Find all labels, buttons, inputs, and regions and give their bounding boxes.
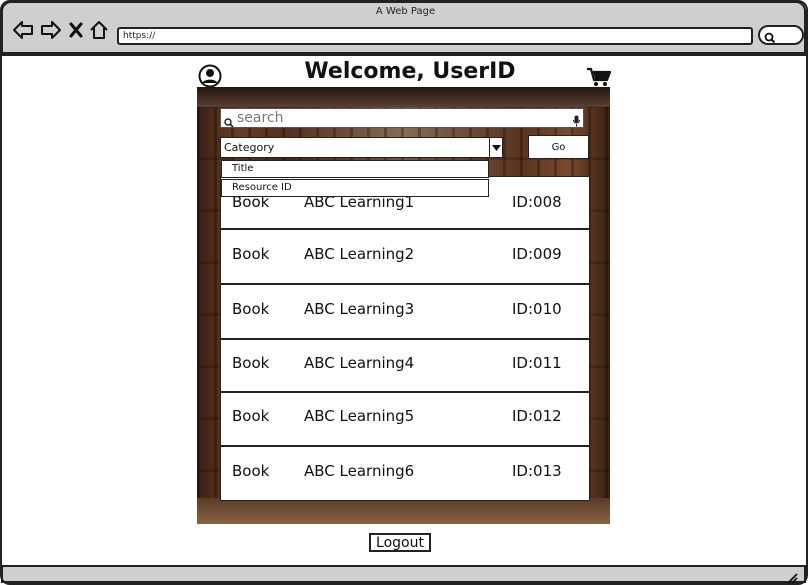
- result-type: Book: [232, 407, 270, 425]
- browser-toolbar: A Web Page https://: [1, 1, 806, 54]
- list-item[interactable]: Book ABC Learning3 ID:010: [220, 284, 590, 339]
- result-title: ABC Learning5: [304, 407, 415, 425]
- dropdown-arrow-icon[interactable]: [489, 138, 503, 157]
- result-id: ID:010: [512, 300, 562, 318]
- result-title: ABC Learning4: [304, 354, 415, 372]
- home-icon[interactable]: [89, 19, 109, 41]
- list-item[interactable]: Book ABC Learning4 ID:011: [220, 339, 590, 392]
- result-type: Book: [232, 300, 270, 318]
- logout-button[interactable]: Logout: [369, 533, 431, 552]
- toolbar-divider: [0, 54, 808, 56]
- result-id: ID:012: [512, 407, 562, 425]
- search-icon: [224, 113, 234, 132]
- result-title: ABC Learning2: [304, 245, 415, 263]
- browser-window: A Web Page https:// Welcome, UserID sear…: [0, 0, 808, 585]
- result-type: Book: [232, 462, 270, 480]
- search-input[interactable]: search: [220, 108, 584, 128]
- result-id: ID:009: [512, 245, 562, 263]
- status-bar: [1, 565, 806, 584]
- dropdown-option-title[interactable]: Title: [221, 160, 489, 178]
- list-item[interactable]: Book ABC Learning2 ID:009: [220, 229, 590, 284]
- result-title: ABC Learning3: [304, 300, 415, 318]
- close-icon[interactable]: [69, 19, 83, 41]
- forward-arrow-icon[interactable]: [40, 19, 62, 41]
- address-bar[interactable]: https://: [117, 27, 753, 45]
- page-title: Welcome, UserID: [304, 59, 516, 84]
- shopping-cart-icon[interactable]: [586, 66, 612, 88]
- category-select[interactable]: Category: [220, 137, 503, 158]
- window-title: A Web Page: [375, 6, 436, 17]
- search-icon: [764, 29, 776, 48]
- resize-grip-icon[interactable]: [786, 569, 798, 584]
- back-arrow-icon[interactable]: [12, 19, 34, 41]
- search-placeholder: search: [237, 110, 284, 126]
- category-dropdown-menu: Title Resource ID: [221, 160, 489, 198]
- browser-search-box[interactable]: [758, 25, 804, 45]
- result-type: Book: [232, 354, 270, 372]
- dropdown-option-resource-id[interactable]: Resource ID: [221, 179, 489, 197]
- result-id: ID:013: [512, 462, 562, 480]
- result-id: ID:011: [512, 354, 562, 372]
- category-select-value: Category: [224, 141, 275, 154]
- result-title: ABC Learning6: [304, 462, 415, 480]
- list-item[interactable]: Book ABC Learning6 ID:013: [220, 446, 590, 501]
- go-button[interactable]: Go: [528, 135, 589, 159]
- result-id: ID:008: [512, 193, 562, 211]
- microphone-icon[interactable]: [573, 112, 580, 131]
- user-profile-icon[interactable]: [198, 64, 222, 88]
- list-item[interactable]: Book ABC Learning5 ID:012: [220, 392, 590, 446]
- result-type: Book: [232, 245, 270, 263]
